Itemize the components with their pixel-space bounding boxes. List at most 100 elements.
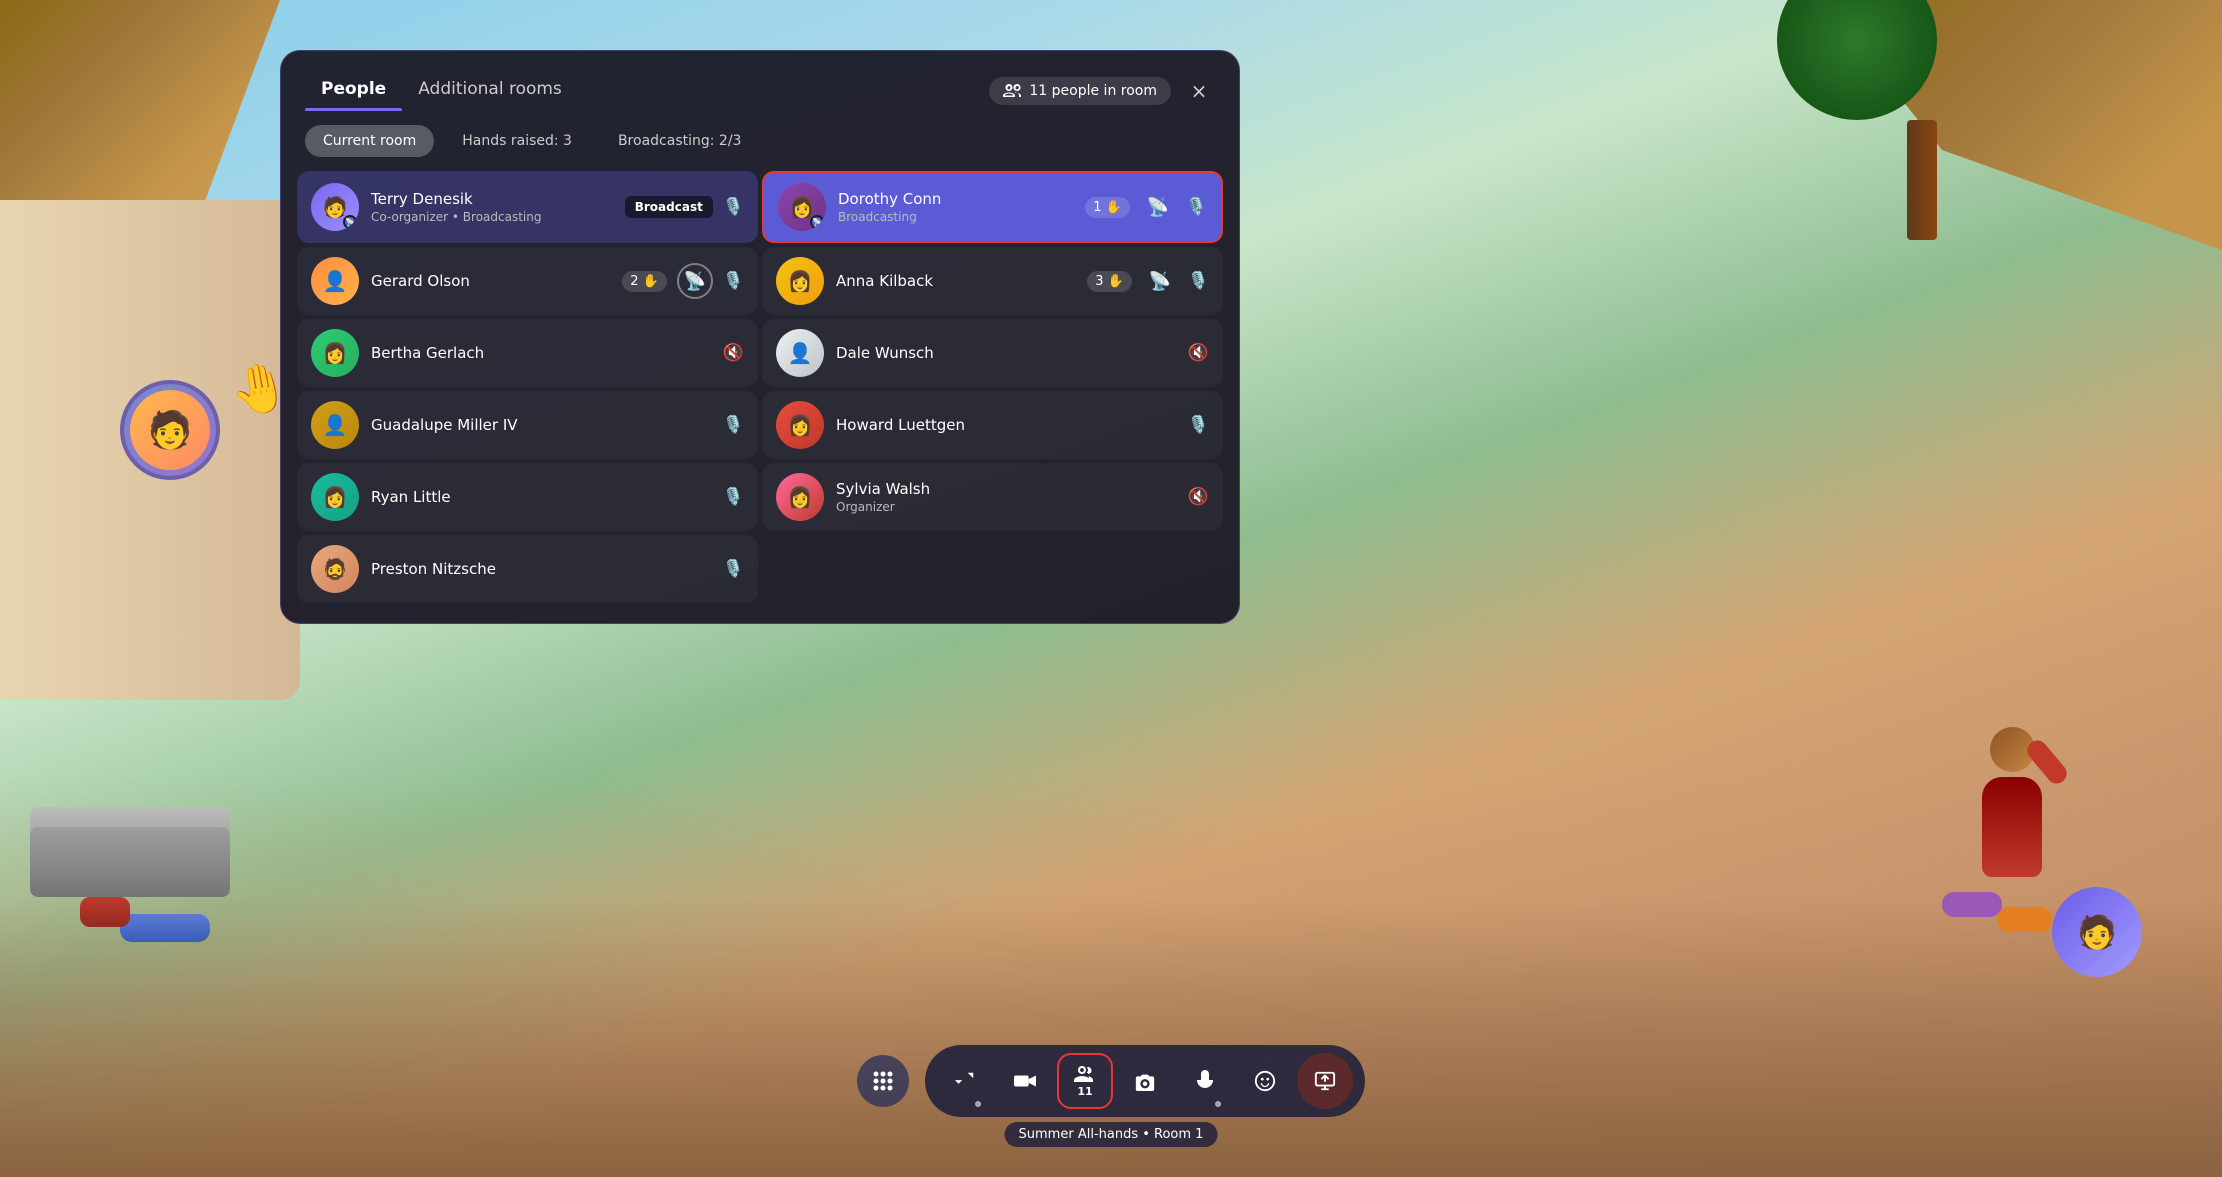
hand-badge-gerard: 2 ✋ bbox=[622, 271, 667, 292]
people-count-badge: 11 people in room bbox=[989, 77, 1171, 105]
filter-hands-raised[interactable]: Hands raised: 3 bbox=[444, 125, 590, 157]
mic-dot bbox=[1215, 1101, 1221, 1107]
toolbar-camera-btn[interactable] bbox=[997, 1053, 1053, 1109]
broadcast-dot-dorothy: 📡 bbox=[810, 215, 824, 229]
avatar-inner: 🧑 bbox=[130, 390, 210, 470]
name-dorothy: Dorothy Conn bbox=[838, 190, 1073, 208]
background-figure-right bbox=[1982, 727, 2042, 877]
actions-guadalupe: 🎙️ bbox=[723, 415, 744, 435]
avatar-dale: 👤 bbox=[776, 329, 824, 377]
filter-current-room[interactable]: Current room bbox=[305, 125, 434, 157]
person-row-guadalupe[interactable]: 👤 Guadalupe Miller IV 🎙️ bbox=[297, 391, 758, 459]
avatar-bertha: 👩 bbox=[311, 329, 359, 377]
panel-tabs: People Additional rooms bbox=[305, 71, 989, 111]
info-terry: Terry Denesik Co-organizer • Broadcastin… bbox=[371, 190, 613, 224]
mic-gerard: 🎙️ bbox=[723, 271, 744, 291]
main-panel: People Additional rooms 11 people in roo… bbox=[280, 50, 1240, 624]
share-screen-icon bbox=[1314, 1070, 1336, 1092]
person-row-dale[interactable]: 👤 Dale Wunsch 🔇 bbox=[762, 319, 1223, 387]
avatar-preston: 🧔 bbox=[311, 545, 359, 593]
panel-right-controls: 11 people in room × bbox=[989, 75, 1215, 107]
person-row-sylvia[interactable]: 👩 Sylvia Walsh Organizer 🔇 bbox=[762, 463, 1223, 531]
close-button[interactable]: × bbox=[1183, 75, 1215, 107]
people-count-btn: 11 bbox=[1077, 1085, 1092, 1098]
actions-ryan: 🎙️ bbox=[723, 487, 744, 507]
person-row-dorothy[interactable]: 👩 📡 Dorothy Conn Broadcasting 1 ✋ 📡 🎙️ bbox=[762, 171, 1223, 243]
mic-howard: 🎙️ bbox=[1188, 415, 1209, 435]
background-avatar-right-bottom: 🧑 bbox=[2052, 887, 2142, 977]
name-sylvia: Sylvia Walsh bbox=[836, 480, 1176, 498]
person-row-howard[interactable]: 👩 Howard Luettgen 🎙️ bbox=[762, 391, 1223, 459]
toolbar-mic-btn[interactable] bbox=[1177, 1053, 1233, 1109]
toolbar-people-btn[interactable]: 11 bbox=[1057, 1053, 1113, 1109]
broadcast-icon-gerard: 📡 bbox=[677, 263, 713, 299]
avatar-terry: 🧑 📡 bbox=[311, 183, 359, 231]
people-btn-icon bbox=[1074, 1065, 1096, 1083]
info-gerard: Gerard Olson bbox=[371, 272, 610, 290]
avatar-gerard: 👤 bbox=[311, 257, 359, 305]
floor-pillow-purple bbox=[1942, 892, 2002, 917]
mic-dorothy: 🎙️ bbox=[1186, 197, 1207, 217]
filter-broadcasting[interactable]: Broadcasting: 2/3 bbox=[600, 125, 760, 157]
tab-additional-rooms[interactable]: Additional rooms bbox=[402, 71, 578, 111]
role-dorothy: Broadcasting bbox=[838, 210, 1073, 224]
actions-preston: 🎙️ bbox=[723, 559, 744, 579]
floor bbox=[0, 777, 2222, 1177]
actions-dorothy: 1 ✋ 📡 🎙️ bbox=[1085, 189, 1207, 225]
apps-button[interactable] bbox=[857, 1055, 909, 1107]
photo-icon bbox=[1134, 1071, 1156, 1091]
role-terry: Co-organizer • Broadcasting bbox=[371, 210, 613, 224]
mic-ryan: 🎙️ bbox=[723, 487, 744, 507]
person-row-terry[interactable]: 🧑 📡 Terry Denesik Co-organizer • Broadca… bbox=[297, 171, 758, 243]
mic-bertha: 🔇 bbox=[723, 343, 744, 363]
info-howard: Howard Luettgen bbox=[836, 416, 1176, 434]
room-label: Summer All-hands • Room 1 bbox=[1005, 1122, 1218, 1147]
role-sylvia: Organizer bbox=[836, 500, 1176, 514]
avatar-guadalupe: 👤 bbox=[311, 401, 359, 449]
people-count-text: 11 people in room bbox=[1029, 83, 1157, 99]
name-guadalupe: Guadalupe Miller IV bbox=[371, 416, 711, 434]
person-row-anna[interactable]: 👩 Anna Kilback 3 ✋ 📡 🎙️ bbox=[762, 247, 1223, 315]
actions-gerard: 2 ✋ 📡 🎙️ bbox=[622, 263, 744, 299]
toolbar-photo-btn[interactable] bbox=[1117, 1053, 1173, 1109]
broadcast-badge-terry: Broadcast bbox=[625, 196, 713, 218]
info-preston: Preston Nitzsche bbox=[371, 560, 711, 578]
tree-trunk bbox=[1907, 120, 1937, 240]
name-howard: Howard Luettgen bbox=[836, 416, 1176, 434]
info-anna: Anna Kilback bbox=[836, 272, 1075, 290]
share-dot bbox=[975, 1101, 981, 1107]
camera-icon bbox=[1014, 1072, 1036, 1090]
name-gerard: Gerard Olson bbox=[371, 272, 610, 290]
info-guadalupe: Guadalupe Miller IV bbox=[371, 416, 711, 434]
floor-pillow-orange bbox=[1997, 907, 2052, 932]
background-avatar-left: 🧑 bbox=[120, 380, 220, 480]
mic-preston: 🎙️ bbox=[723, 559, 744, 579]
person-row-ryan[interactable]: 👩 Ryan Little 🎙️ bbox=[297, 463, 758, 531]
hand-badge-anna: 3 ✋ bbox=[1087, 271, 1132, 292]
floor-cushion-red bbox=[80, 897, 130, 927]
avatar-sylvia: 👩 bbox=[776, 473, 824, 521]
toolbar-emoji-btn[interactable] bbox=[1237, 1053, 1293, 1109]
toolbar-share-btn[interactable] bbox=[937, 1053, 993, 1109]
person-row-bertha[interactable]: 👩 Bertha Gerlach 🔇 bbox=[297, 319, 758, 387]
mic-dale: 🔇 bbox=[1188, 343, 1209, 363]
background-tree bbox=[1842, 20, 2002, 240]
person-row-preston[interactable]: 🧔 Preston Nitzsche 🎙️ bbox=[297, 535, 758, 603]
person-row-gerard[interactable]: 👤 Gerard Olson 2 ✋ 📡 🎙️ bbox=[297, 247, 758, 315]
figure-body bbox=[1982, 777, 2042, 877]
toolbar-more-btn[interactable] bbox=[1297, 1053, 1353, 1109]
avatar-anna: 👩 bbox=[776, 257, 824, 305]
name-bertha: Bertha Gerlach bbox=[371, 344, 711, 362]
actions-sylvia: 🔇 bbox=[1188, 487, 1209, 507]
actions-dale: 🔇 bbox=[1188, 343, 1209, 363]
avatar-howard: 👩 bbox=[776, 401, 824, 449]
tab-people[interactable]: People bbox=[305, 71, 402, 111]
actions-howard: 🎙️ bbox=[1188, 415, 1209, 435]
info-dorothy: Dorothy Conn Broadcasting bbox=[838, 190, 1073, 224]
broadcast-icon-anna: 📡 bbox=[1142, 263, 1178, 299]
mic-terry: 🎙️ bbox=[723, 197, 744, 217]
apps-icon bbox=[872, 1070, 894, 1092]
floor-cushion-blue bbox=[120, 914, 210, 942]
actions-anna: 3 ✋ 📡 🎙️ bbox=[1087, 263, 1209, 299]
name-ryan: Ryan Little bbox=[371, 488, 711, 506]
